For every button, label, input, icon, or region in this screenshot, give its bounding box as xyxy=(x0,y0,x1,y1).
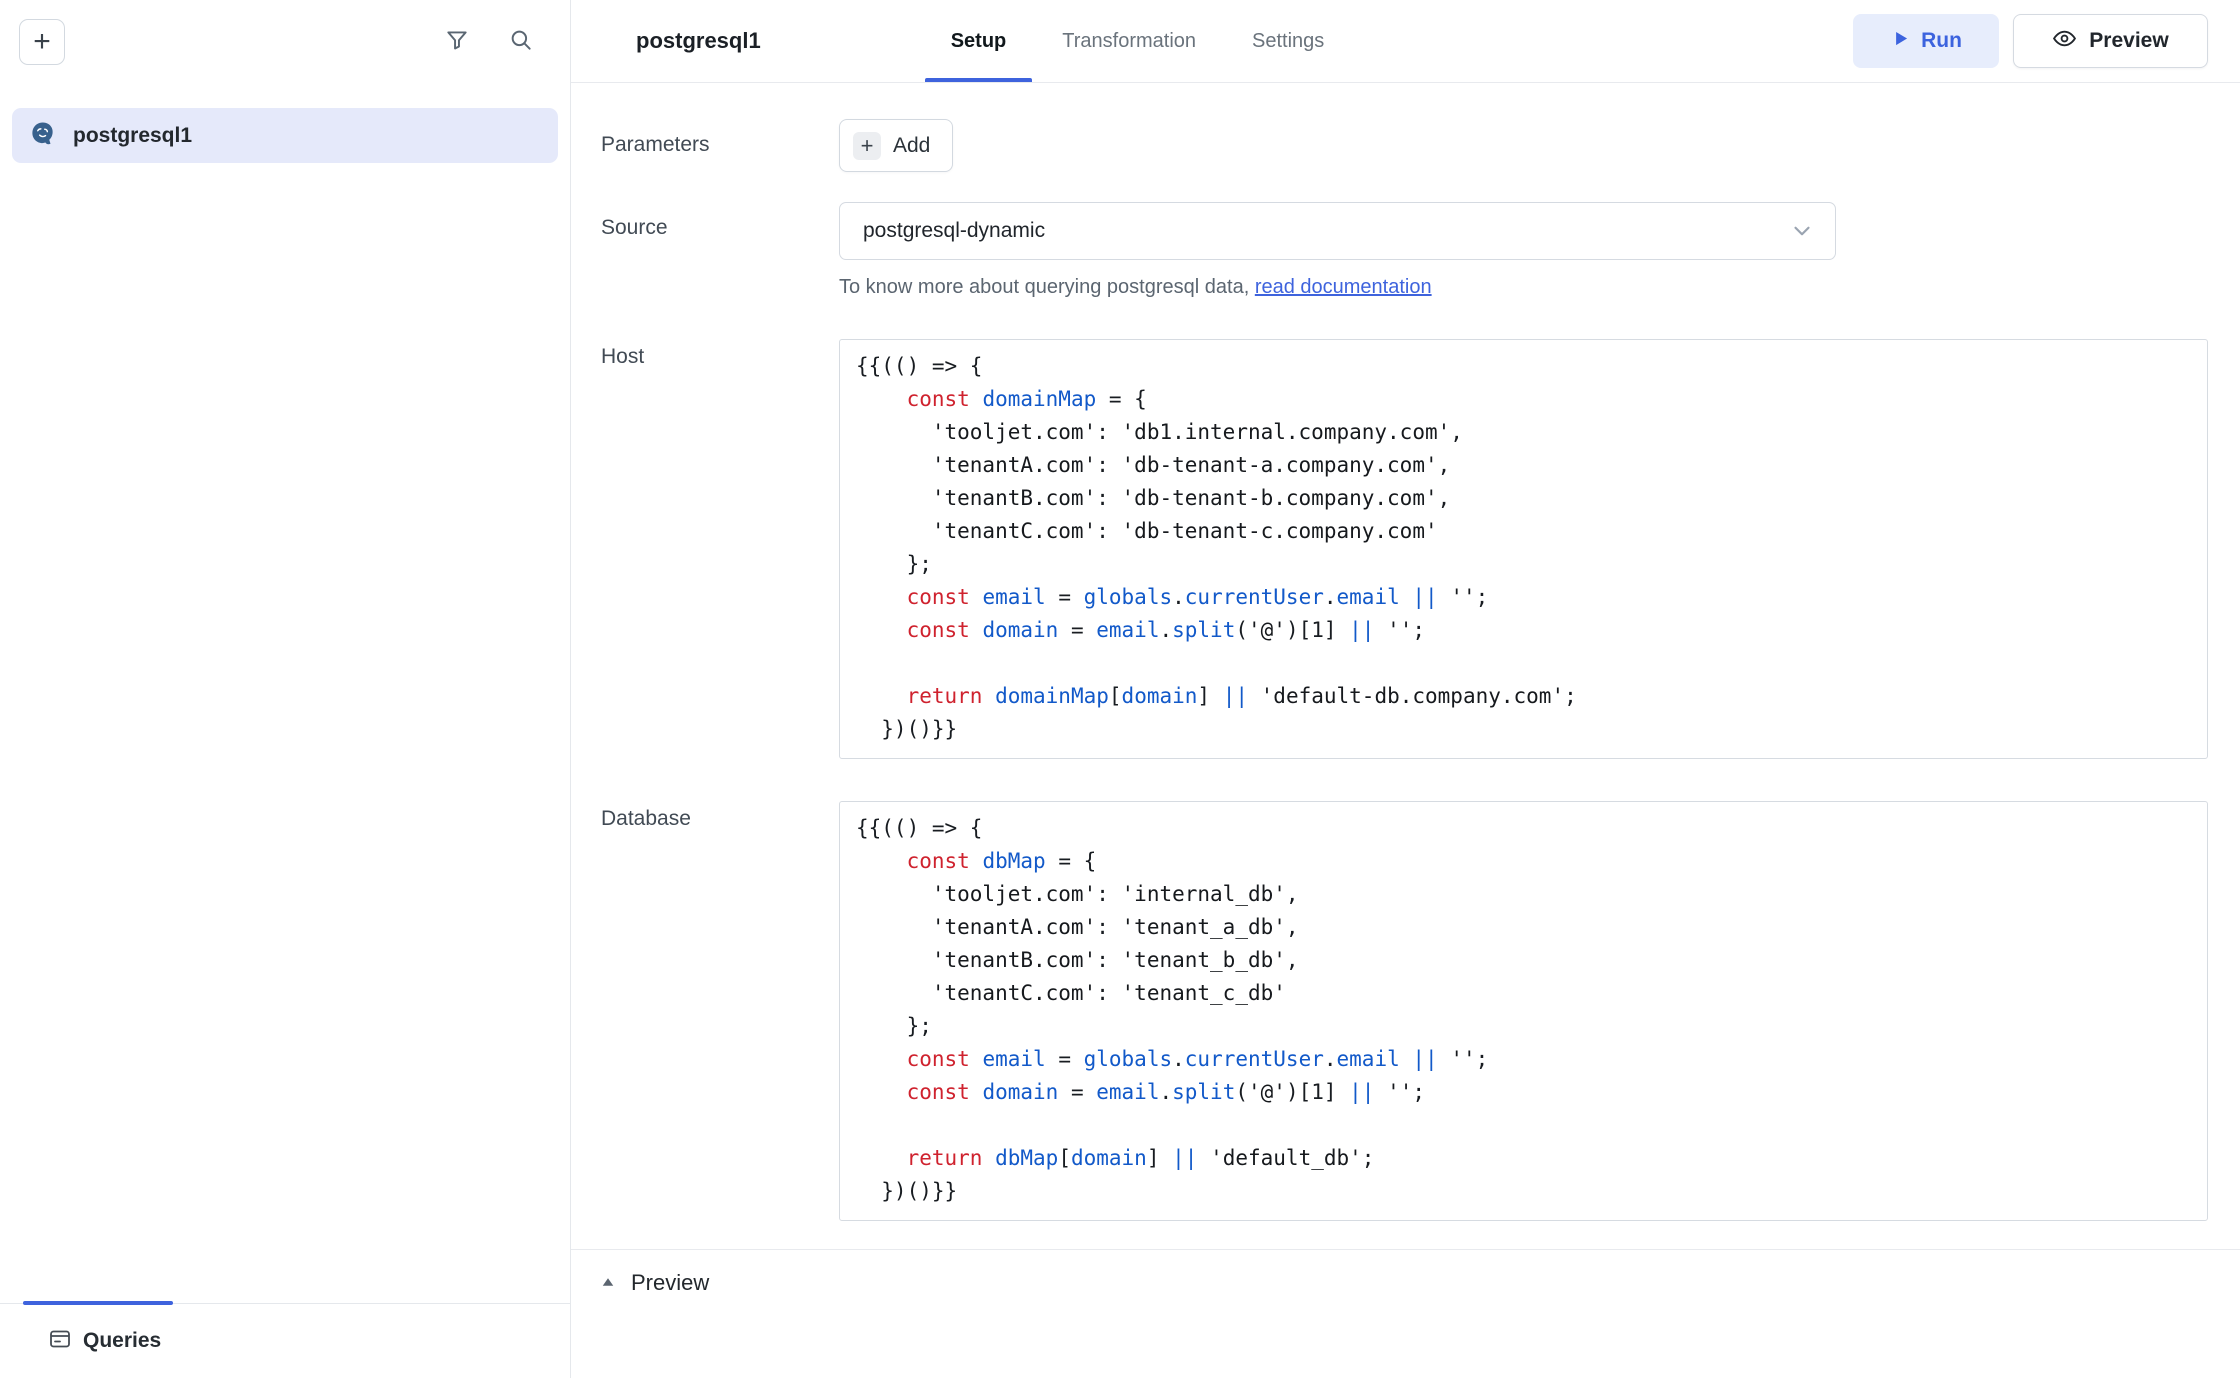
parameters-field: + Add xyxy=(839,119,2208,172)
query-list-item-postgresql1[interactable]: postgresql1 xyxy=(12,108,558,163)
preview-collapse-toggle[interactable]: Preview xyxy=(599,1270,709,1296)
add-parameter-label: Add xyxy=(893,134,930,158)
parameters-label: Parameters xyxy=(601,119,839,172)
query-editor: postgresql1 Setup Transformation Setting… xyxy=(571,0,2240,1378)
eye-icon xyxy=(2052,26,2077,57)
host-label: Host xyxy=(601,339,839,759)
database-field: {{(() => { const dbMap = { 'tooljet.com'… xyxy=(839,801,2208,1221)
search-icon xyxy=(508,27,534,56)
filter-button[interactable] xyxy=(440,25,474,59)
query-panel-footer: Queries xyxy=(0,1303,570,1378)
run-button[interactable]: Run xyxy=(1853,14,1999,68)
database-row: Database {{(() => { const dbMap = { 'too… xyxy=(601,801,2208,1221)
caret-up-icon xyxy=(599,1273,617,1294)
query-list-panel: + xyxy=(0,0,571,1378)
setup-form: Parameters + Add Source postgresql-dynam… xyxy=(571,83,2240,1249)
queries-tab-label: Queries xyxy=(83,1329,161,1353)
host-field: {{(() => { const domainMap = { 'tooljet.… xyxy=(839,339,2208,759)
play-icon xyxy=(1890,28,1911,55)
tab-settings[interactable]: Settings xyxy=(1252,0,1324,82)
search-button[interactable] xyxy=(504,25,538,59)
active-tab-indicator xyxy=(23,1301,173,1305)
query-editor-header: postgresql1 Setup Transformation Setting… xyxy=(571,0,2240,83)
query-list-toolbar: + xyxy=(0,0,570,83)
parameters-row: Parameters + Add xyxy=(601,119,2208,172)
add-parameter-button[interactable]: + Add xyxy=(839,119,953,172)
source-help-text: To know more about querying postgresql d… xyxy=(839,276,2208,299)
app-window: + xyxy=(0,0,2240,1378)
tab-queries[interactable]: Queries xyxy=(48,1327,161,1356)
filter-icon xyxy=(444,27,470,56)
host-row: Host {{(() => { const domainMap = { 'too… xyxy=(601,339,2208,759)
chevron-down-icon xyxy=(1789,218,1815,244)
source-row: Source postgresql-dynamic To know more a… xyxy=(601,202,2208,299)
query-item-label: postgresql1 xyxy=(73,124,192,148)
database-code-editor[interactable]: {{(() => { const dbMap = { 'tooljet.com'… xyxy=(839,801,2208,1221)
source-label: Source xyxy=(601,202,839,299)
editor-tabs: Setup Transformation Settings xyxy=(951,0,1381,82)
preview-button[interactable]: Preview xyxy=(2013,14,2208,68)
source-select-value: postgresql-dynamic xyxy=(863,219,1045,243)
run-button-label: Run xyxy=(1921,29,1962,53)
source-select[interactable]: postgresql-dynamic xyxy=(839,202,1836,260)
query-list: postgresql1 xyxy=(0,83,570,1303)
tab-setup[interactable]: Setup xyxy=(951,0,1007,82)
postgresql-icon xyxy=(29,120,56,152)
preview-panel-label: Preview xyxy=(631,1270,709,1296)
add-query-button[interactable]: + xyxy=(19,19,65,65)
database-label: Database xyxy=(601,801,839,1221)
header-actions: Run Preview xyxy=(1853,14,2208,68)
read-documentation-link[interactable]: read documentation xyxy=(1255,276,1432,298)
host-code-editor[interactable]: {{(() => { const domainMap = { 'tooljet.… xyxy=(839,339,2208,759)
tab-transformation[interactable]: Transformation xyxy=(1062,0,1196,82)
preview-panel: Preview xyxy=(571,1249,2240,1378)
plus-icon: + xyxy=(853,132,881,160)
console-icon xyxy=(48,1327,72,1356)
query-title: postgresql1 xyxy=(636,28,761,54)
source-field: postgresql-dynamic To know more about qu… xyxy=(839,202,2208,299)
preview-button-label: Preview xyxy=(2089,29,2168,53)
